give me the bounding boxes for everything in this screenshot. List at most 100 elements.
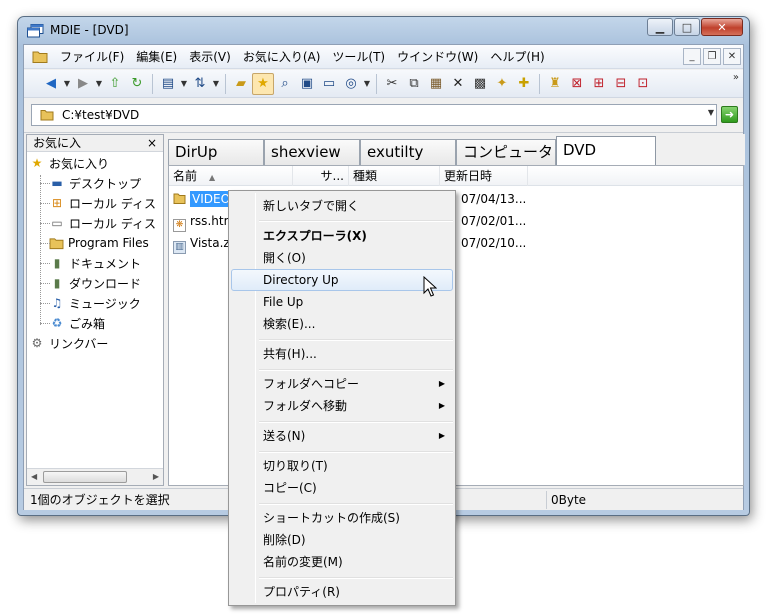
ctx-cut[interactable]: 切り取り(T) bbox=[231, 455, 453, 477]
ctx-send-to[interactable]: 送る(N) ▶ bbox=[231, 425, 453, 447]
maximize-icon: □ bbox=[681, 20, 693, 34]
menu-window[interactable]: ウインドウ(W) bbox=[391, 47, 484, 67]
tree-item-label: ミュージック bbox=[69, 296, 141, 311]
back-dropdown[interactable]: ▼ bbox=[62, 73, 72, 95]
ctx-copy-to-folder[interactable]: フォルダへコピー ▶ bbox=[231, 373, 453, 395]
ctx-file-up[interactable]: File Up bbox=[231, 291, 453, 313]
menu-file[interactable]: ファイル(F) bbox=[54, 47, 130, 67]
drive-button[interactable]: ▭ bbox=[318, 73, 340, 95]
minimize-icon: _ bbox=[689, 51, 695, 62]
mdi-minimize-button[interactable]: _ bbox=[683, 48, 701, 65]
go-button[interactable]: ➜ bbox=[721, 106, 738, 123]
ctx-copy[interactable]: コピー(C) bbox=[231, 477, 453, 499]
close-left-tabs-button[interactable]: ⊟ bbox=[610, 73, 632, 95]
ctx-directory-up[interactable]: Directory Up bbox=[231, 269, 453, 291]
column-header-date[interactable]: 更新日時 bbox=[440, 166, 528, 186]
tree-item-desktop[interactable]: ▬ デスクトップ bbox=[27, 173, 163, 193]
tree-item-program-files[interactable]: Program Files bbox=[27, 233, 163, 253]
ctx-open-new-tab[interactable]: 新しいタブで開く bbox=[231, 195, 453, 217]
column-header-size[interactable]: サ... bbox=[293, 166, 349, 186]
scissors-icon: ✂ bbox=[386, 76, 398, 91]
tree-item-favorites[interactable]: ★ お気に入り bbox=[27, 153, 163, 173]
minimize-button[interactable]: ▁ bbox=[647, 18, 673, 36]
new-folder-button[interactable]: ✦ bbox=[491, 73, 513, 95]
ctx-properties[interactable]: プロパティ(R) bbox=[231, 581, 453, 603]
ctx-move-to-folder[interactable]: フォルダへ移動 ▶ bbox=[231, 395, 453, 417]
forward-button[interactable]: ▶ bbox=[72, 73, 94, 95]
tab-dvd[interactable]: DVD bbox=[556, 136, 656, 165]
ctx-explorer[interactable]: エクスプローラ(X) bbox=[231, 225, 453, 247]
thumbnail-button[interactable]: ▣ bbox=[296, 73, 318, 95]
view-mode-dropdown[interactable]: ▼ bbox=[179, 73, 189, 95]
menu-tools[interactable]: ツール(T) bbox=[326, 47, 391, 67]
view-mode-button[interactable]: ▤ bbox=[157, 73, 179, 95]
menu-help[interactable]: ヘルプ(H) bbox=[484, 47, 550, 67]
favorites-button[interactable]: ★ bbox=[252, 72, 274, 95]
ctx-delete[interactable]: 削除(D) bbox=[231, 529, 453, 551]
column-header-name[interactable]: 名前 ▲ bbox=[169, 166, 293, 186]
ctx-rename[interactable]: 名前の変更(M) bbox=[231, 551, 453, 573]
cut-button[interactable]: ✂ bbox=[381, 73, 403, 95]
tab-exutilty[interactable]: exutilty bbox=[360, 139, 456, 165]
up-button[interactable]: ⇧ bbox=[104, 73, 126, 95]
scroll-right-icon[interactable]: ▶ bbox=[153, 472, 159, 481]
web-dropdown[interactable]: ▼ bbox=[362, 73, 372, 95]
ctx-share[interactable]: 共有(H)... bbox=[231, 343, 453, 365]
web-button[interactable]: ◎ bbox=[340, 73, 362, 95]
properties-button[interactable]: ▩ bbox=[469, 73, 491, 95]
title-bar[interactable]: MDIE - [DVD] ▁ □ ✕ bbox=[18, 17, 749, 45]
sort-button[interactable]: ⇅ bbox=[189, 73, 211, 95]
ctx-open[interactable]: 開く(O) bbox=[231, 247, 453, 269]
status-size: 0Byte bbox=[551, 493, 587, 507]
tree-item-recycle-bin[interactable]: ♻ ごみ箱 bbox=[27, 313, 163, 333]
toolbar-overflow-icon[interactable]: » bbox=[733, 72, 739, 83]
tab-computer[interactable]: コンピュータ bbox=[456, 139, 556, 165]
forward-arrow-icon: ▶ bbox=[78, 76, 88, 91]
paste-button[interactable]: ▦ bbox=[425, 73, 447, 95]
chevron-down-icon: ▼ bbox=[63, 79, 71, 88]
close-button[interactable]: ✕ bbox=[701, 18, 743, 36]
chevron-down-icon[interactable]: ▼ bbox=[708, 108, 714, 117]
forward-dropdown[interactable]: ▼ bbox=[94, 73, 104, 95]
delete-button[interactable]: ✕ bbox=[447, 73, 469, 95]
scroll-left-icon[interactable]: ◀ bbox=[31, 472, 37, 481]
copy-button[interactable]: ⧉ bbox=[403, 73, 425, 95]
tree-item-link-bar[interactable]: ⚙ リンクバー bbox=[27, 333, 163, 353]
horizontal-scrollbar[interactable]: ◀ ▶ bbox=[27, 468, 163, 485]
tab-dirup[interactable]: DirUp bbox=[168, 139, 264, 165]
maximize-button[interactable]: □ bbox=[674, 18, 700, 36]
close-tab-button[interactable]: ⊠ bbox=[566, 73, 588, 95]
back-button[interactable]: ◀ bbox=[40, 73, 62, 95]
lock-button[interactable]: ♜ bbox=[544, 73, 566, 95]
tab-shexview[interactable]: shexview bbox=[264, 139, 360, 165]
submenu-arrow-icon: ▶ bbox=[438, 431, 445, 440]
search-button[interactable]: ⌕ bbox=[274, 73, 296, 95]
add-favorite-button[interactable]: ✚ bbox=[513, 73, 535, 95]
tree-item-label: ごみ箱 bbox=[69, 316, 106, 331]
scrollbar-thumb[interactable] bbox=[43, 471, 127, 483]
tree-item-documents[interactable]: ▮ ドキュメント bbox=[27, 253, 163, 273]
pane-close-icon[interactable]: × bbox=[147, 135, 157, 151]
tree-item-downloads[interactable]: ▮ ダウンロード bbox=[27, 273, 163, 293]
folders-button[interactable]: ▰ bbox=[230, 73, 252, 95]
close-right-tabs-button[interactable]: ⊡ bbox=[632, 73, 654, 95]
tree-item-local-disk-1[interactable]: ⊞ ローカル ディス bbox=[27, 193, 163, 213]
address-input[interactable]: C:¥test¥DVD ▼ bbox=[31, 104, 717, 126]
menu-edit[interactable]: 編集(E) bbox=[130, 47, 183, 67]
file-date: 07/04/13... bbox=[461, 192, 527, 206]
mdi-close-button[interactable]: ✕ bbox=[723, 48, 741, 65]
refresh-button[interactable]: ↻ bbox=[126, 73, 148, 95]
sort-dropdown[interactable]: ▼ bbox=[211, 73, 221, 95]
menu-favorites[interactable]: お気に入り(A) bbox=[237, 47, 327, 67]
column-header-type[interactable]: 種類 bbox=[349, 166, 440, 186]
tree-item-music[interactable]: ♫ ミュージック bbox=[27, 293, 163, 313]
tree-item-local-disk-2[interactable]: ▭ ローカル ディス bbox=[27, 213, 163, 233]
mdi-restore-button[interactable]: ❐ bbox=[703, 48, 721, 65]
submenu-arrow-icon: ▶ bbox=[438, 401, 445, 410]
favorites-tree: ★ お気に入り ▬ デスクトップ ⊞ ローカル ディス ▭ ローカル ディス P… bbox=[27, 153, 163, 353]
menu-view[interactable]: 表示(V) bbox=[183, 47, 237, 67]
close-other-tabs-button[interactable]: ⊞ bbox=[588, 73, 610, 95]
ctx-create-shortcut[interactable]: ショートカットの作成(S) bbox=[231, 507, 453, 529]
context-menu: 新しいタブで開く エクスプローラ(X) 開く(O) Directory Up F… bbox=[228, 190, 456, 606]
ctx-search[interactable]: 検索(E)... bbox=[231, 313, 453, 335]
